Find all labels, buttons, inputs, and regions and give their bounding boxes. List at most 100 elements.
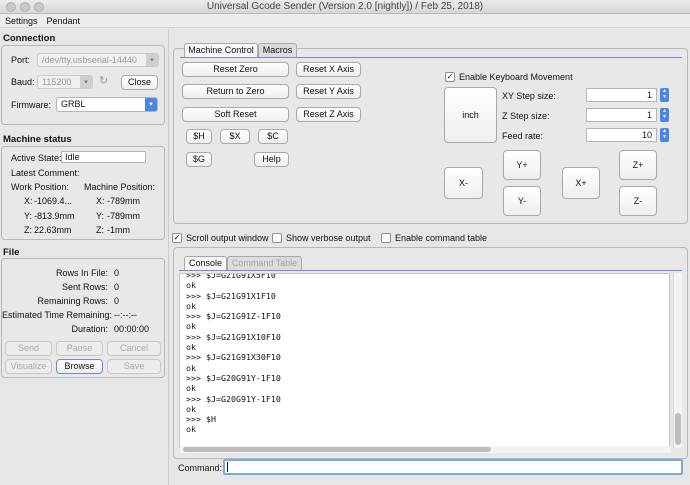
window-title: Universal Gcode Sender (Version 2.0 [nig… xyxy=(206,1,484,12)
verbose-output-checkbox[interactable] xyxy=(272,233,282,243)
cmd-g-button[interactable]: $G xyxy=(186,152,212,167)
chevron-down-icon: ▼ xyxy=(662,134,667,140)
xy-step-label: XY Step size: xyxy=(502,91,556,101)
work-z-value: 22.63mm xyxy=(34,225,72,235)
baud-select[interactable]: 115200 ▾ xyxy=(37,75,93,89)
soft-reset-button[interactable]: Soft Reset xyxy=(182,107,289,122)
rows-in-file-label: Rows In File: xyxy=(55,268,108,278)
console-tab-underline xyxy=(179,270,682,271)
work-x-axis: X: xyxy=(24,196,33,206)
chevron-down-icon: ▼ xyxy=(662,114,667,120)
chevron-down-icon: ▾ xyxy=(146,54,158,66)
minimize-window-icon[interactable] xyxy=(20,2,30,12)
file-title: File xyxy=(3,247,20,258)
duration-label: Duration: xyxy=(71,324,108,334)
sent-rows-value: 0 xyxy=(114,282,120,292)
tab-machine-control[interactable]: Machine Control xyxy=(184,43,258,57)
firmware-select[interactable]: GRBL ▾ xyxy=(56,97,158,112)
work-position-label: Work Position: xyxy=(11,182,69,192)
xy-step-spinner[interactable]: ▲ ▼ xyxy=(660,88,669,102)
send-button[interactable]: Send xyxy=(5,341,52,356)
console-output[interactable]: >>> $J=G21G91X5F10 ok >>> $J=G21G91X1F10 ok… xyxy=(179,273,670,448)
port-select[interactable]: /dev/tty.usbserial-14440 ▾ xyxy=(37,53,159,67)
column-divider[interactable] xyxy=(168,30,169,485)
console-line: >>> $J=G21G91X1F10 xyxy=(186,290,276,301)
console-horizontal-scroll-thumb[interactable] xyxy=(183,447,491,452)
console-line: ok xyxy=(186,403,196,414)
cmd-c-button[interactable]: $C xyxy=(258,129,288,144)
z-step-input[interactable]: 1 xyxy=(586,108,657,122)
console-line: >>> $J=G21G91X5F10 xyxy=(186,273,276,280)
window-titlebar: Universal Gcode Sender (Version 2.0 [nig… xyxy=(0,0,690,14)
command-table-checkbox[interactable] xyxy=(381,233,391,243)
console-vertical-scroll-thumb[interactable] xyxy=(675,413,681,445)
tab-macros[interactable]: Macros xyxy=(258,43,297,57)
xy-step-input[interactable]: 1 xyxy=(586,88,657,102)
console-line: >>> $J=G21G91X30F10 xyxy=(186,352,281,363)
console-line: ok xyxy=(186,300,196,311)
help-button[interactable]: Help xyxy=(254,152,289,167)
jog-y-plus-button[interactable]: Y+ xyxy=(503,150,541,180)
feed-rate-label: Feed rate: xyxy=(502,131,544,141)
console-line: >>> $H xyxy=(186,414,216,425)
time-remaining-value: --:--:-- xyxy=(114,310,137,320)
cmd-x-button[interactable]: $X xyxy=(220,129,250,144)
tab-underline xyxy=(180,57,682,58)
tab-command-table[interactable]: Command Table xyxy=(227,256,302,270)
machine-position-label: Machine Position: xyxy=(84,182,156,192)
pause-button[interactable]: Pause xyxy=(56,341,103,356)
reset-y-axis-button[interactable]: Reset Y Axis xyxy=(296,84,361,99)
jog-z-minus-button[interactable]: Z- xyxy=(619,186,657,216)
command-input[interactable] xyxy=(223,459,683,475)
verbose-output-label: Show verbose output xyxy=(286,233,371,243)
cancel-button[interactable]: Cancel xyxy=(107,341,161,356)
cmd-h-button[interactable]: $H xyxy=(186,129,212,144)
feed-rate-spinner[interactable]: ▲ ▼ xyxy=(660,128,669,142)
active-state-label: Active State: xyxy=(11,153,62,163)
visualize-button[interactable]: Visualize xyxy=(5,359,52,374)
scroll-output-checkbox[interactable]: ✓ xyxy=(172,233,182,243)
active-state-value: Idle xyxy=(61,151,146,163)
reset-x-axis-button[interactable]: Reset X Axis xyxy=(296,62,361,77)
console-line: ok xyxy=(186,342,196,353)
console-line: >>> $J=G21G91Z-1F10 xyxy=(186,311,281,322)
console-line: >>> $J=G20G91Y-1F10 xyxy=(186,393,281,404)
chevron-down-icon: ▾ xyxy=(80,76,92,88)
menu-settings[interactable]: Settings xyxy=(5,16,38,26)
close-window-icon[interactable] xyxy=(6,2,16,12)
command-label: Command: xyxy=(178,463,223,473)
command-table-label: Enable command table xyxy=(395,233,488,243)
console-lines: >>> $J=G21G91X5F10 ok >>> $J=G21G91X1F10 ok… xyxy=(186,273,669,435)
latest-comment-label: Latest Comment: xyxy=(11,168,80,178)
save-button[interactable]: Save xyxy=(107,359,161,374)
refresh-icon[interactable]: ↻ xyxy=(99,74,108,87)
menu-pendant[interactable]: Pendant xyxy=(47,16,81,26)
console-line: ok xyxy=(186,280,196,291)
firmware-label: Firmware: xyxy=(11,100,51,110)
return-to-zero-button[interactable]: Return to Zero xyxy=(182,84,289,99)
machine-status-title: Machine status xyxy=(3,134,72,145)
reset-z-axis-button[interactable]: Reset Z Axis xyxy=(296,107,361,122)
enable-keyboard-checkbox[interactable]: ✓ xyxy=(445,72,455,82)
console-line: >>> $J=G21G91X10F10 xyxy=(186,331,281,342)
units-toggle-button[interactable]: inch xyxy=(444,87,497,143)
feed-rate-input[interactable]: 10 xyxy=(586,128,657,142)
jog-x-minus-button[interactable]: X- xyxy=(444,167,483,199)
browse-button[interactable]: Browse xyxy=(56,359,103,374)
tab-console[interactable]: Console xyxy=(184,256,227,270)
text-cursor xyxy=(227,462,228,472)
console-horizontal-scrollbar[interactable] xyxy=(180,446,671,453)
zoom-window-icon[interactable] xyxy=(34,2,44,12)
duration-value: 00:00:00 xyxy=(114,324,150,334)
time-remaining-label: Estimated Time Remaining: xyxy=(2,310,113,320)
z-step-spinner[interactable]: ▲ ▼ xyxy=(660,108,669,122)
reset-zero-button[interactable]: Reset Zero xyxy=(182,62,289,77)
console-line: ok xyxy=(186,321,196,332)
console-vertical-scrollbar[interactable] xyxy=(673,273,682,448)
firmware-value: GRBL xyxy=(61,99,86,109)
jog-x-plus-button[interactable]: X+ xyxy=(562,167,600,199)
close-connection-button[interactable]: Close xyxy=(121,75,158,90)
baud-label: Baud: xyxy=(11,77,35,87)
jog-z-plus-button[interactable]: Z+ xyxy=(619,150,657,180)
jog-y-minus-button[interactable]: Y- xyxy=(503,186,541,216)
